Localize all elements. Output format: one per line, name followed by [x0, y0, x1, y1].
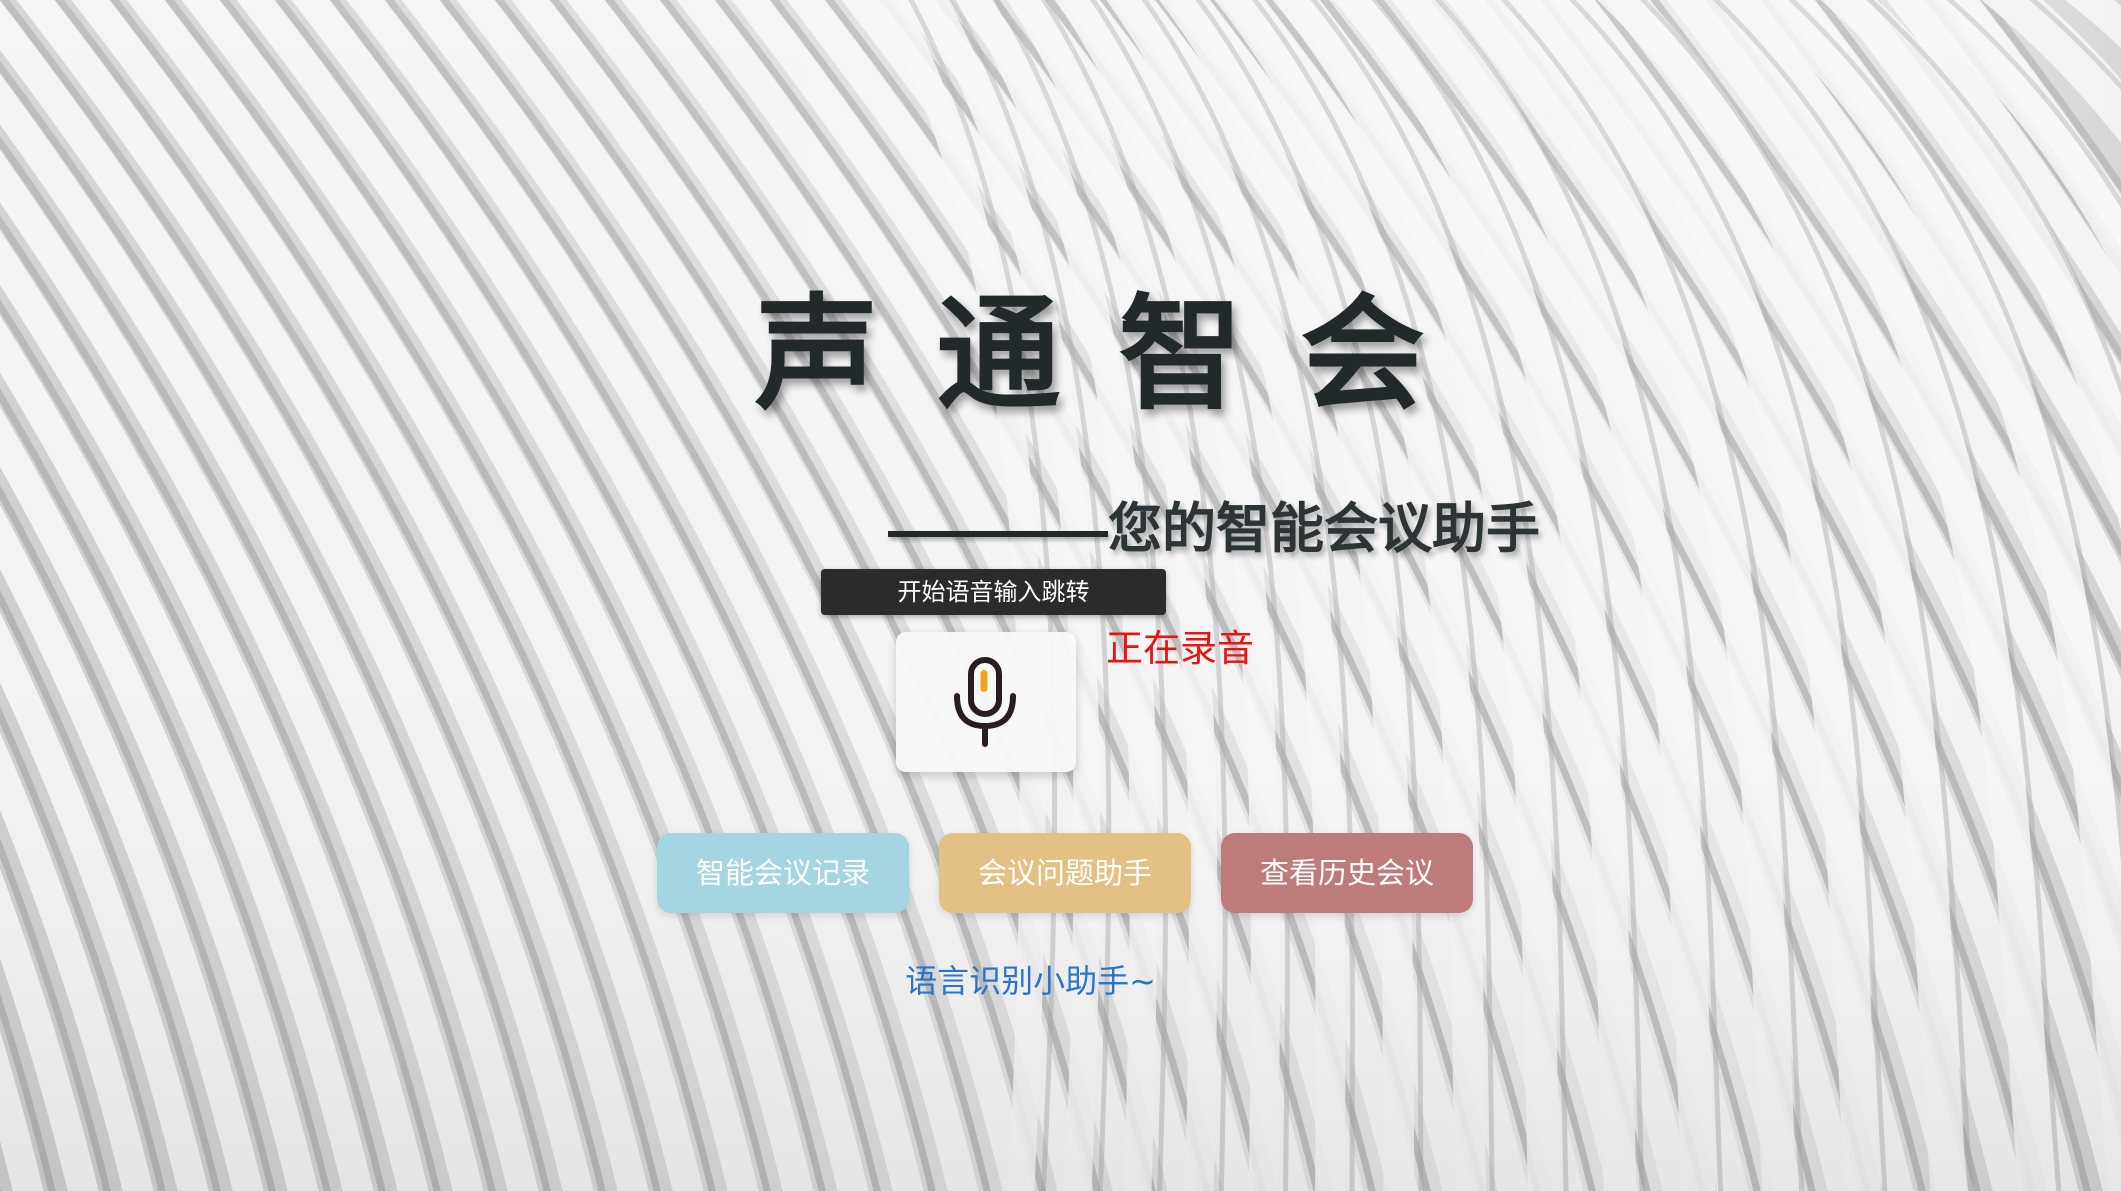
- app-title: 声通智会: [754, 283, 1483, 427]
- microphone-button[interactable]: [896, 632, 1076, 772]
- smart-meeting-record-button[interactable]: 智能会议记录: [657, 833, 909, 913]
- start-voice-input-button[interactable]: 开始语音输入跳转: [821, 569, 1166, 615]
- app-subtitle: 您的智能会议助手: [1108, 496, 1540, 560]
- subtitle-dash-line: [888, 531, 1108, 537]
- microphone-icon: [954, 657, 1016, 747]
- page-root: 声通智会 您的智能会议助手 开始语音输入跳转 正在录音 智能会议记录 会议问题助…: [0, 0, 2121, 1191]
- subtitle-row: 您的智能会议助手: [888, 488, 1540, 560]
- recording-status-text: 正在录音: [1106, 627, 1254, 670]
- view-history-meetings-button[interactable]: 查看历史会议: [1221, 833, 1473, 913]
- meeting-question-assistant-button[interactable]: 会议问题助手: [939, 833, 1191, 913]
- speech-recognition-helper-link[interactable]: 语言识别小助手~: [0, 956, 2121, 1002]
